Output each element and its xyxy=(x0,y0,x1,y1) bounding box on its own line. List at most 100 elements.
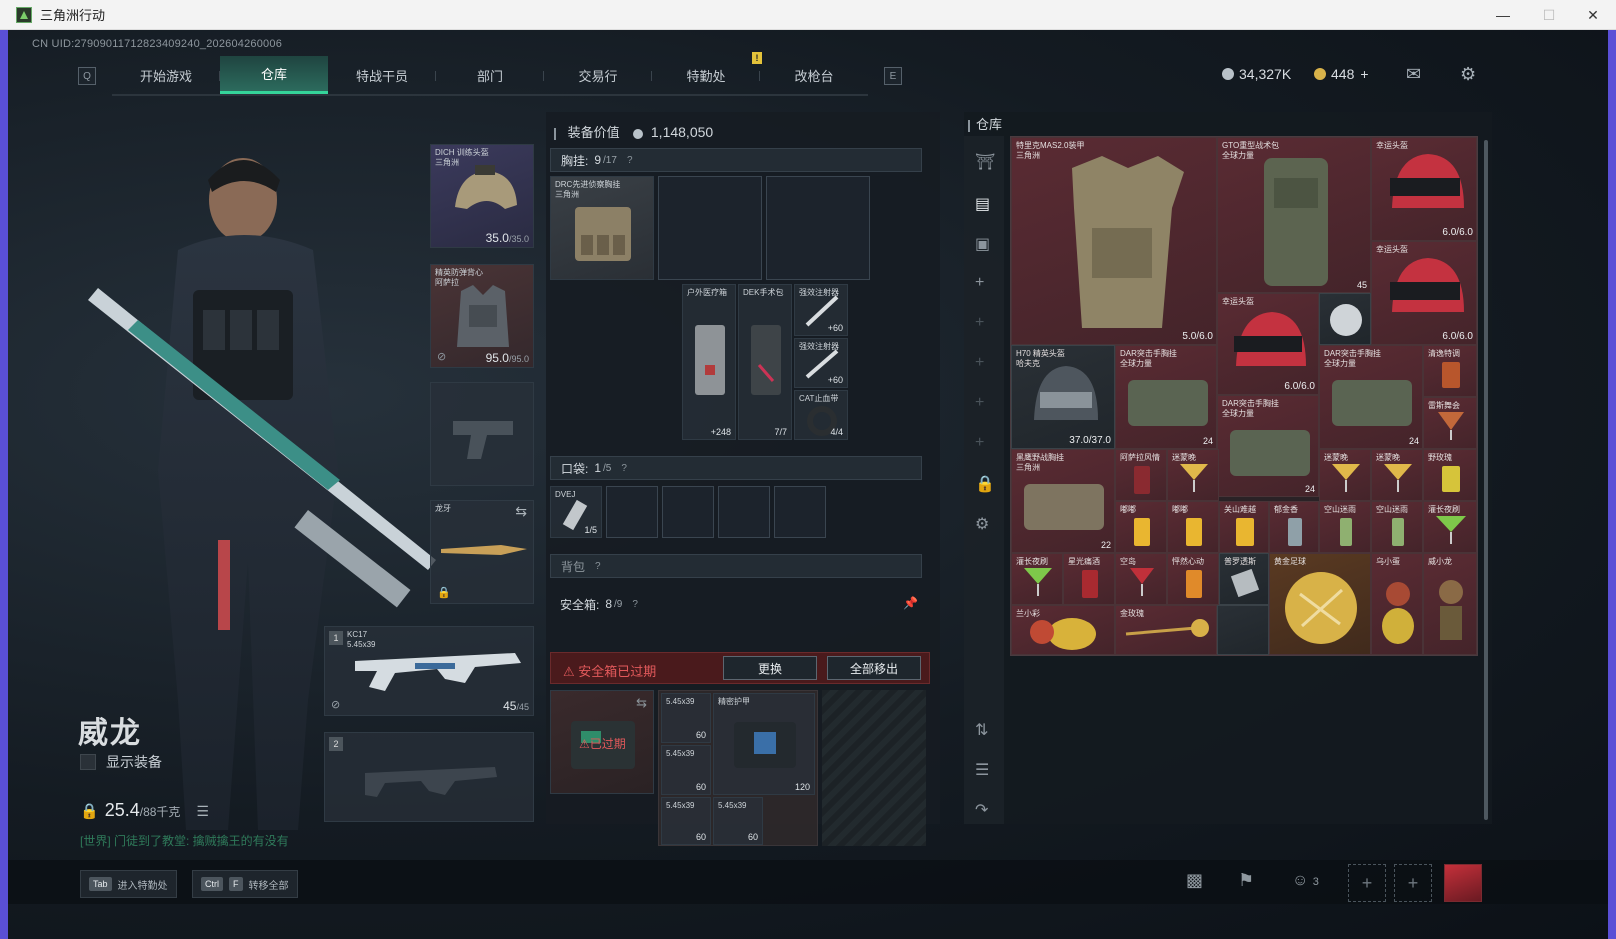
primary-weapon-slot[interactable]: 1 KC17 5.45x39 ⊘ 45/45 xyxy=(324,626,534,716)
warehouse-empty-cell[interactable] xyxy=(1217,605,1269,655)
warehouse-item[interactable]: 幸运头盔 6.0/6.0 xyxy=(1217,293,1319,395)
pocket-item[interactable]: DVEJ 1/5 xyxy=(550,486,602,538)
warehouse-item[interactable]: 关山难越 xyxy=(1219,501,1269,553)
warehouse-item[interactable]: 迷蒙晚 xyxy=(1167,449,1219,501)
add-tab-icon[interactable]: + xyxy=(975,314,984,332)
warehouse-item[interactable]: 兰小彩 xyxy=(1011,605,1115,655)
nav-prev-key[interactable]: Q xyxy=(78,67,96,85)
warehouse-item[interactable]: 怦然心动 xyxy=(1167,553,1219,605)
help-icon[interactable]: ? xyxy=(632,599,638,610)
help-icon[interactable]: ? xyxy=(627,155,633,166)
warehouse-item[interactable]: 清逸特调 xyxy=(1423,345,1477,397)
invite-slot-button[interactable]: + xyxy=(1348,864,1386,902)
chest-rig-empty-slot[interactable] xyxy=(766,176,870,280)
add-tab-icon[interactable]: + xyxy=(975,274,984,292)
stats-chart-icon[interactable]: ▩ xyxy=(1186,870,1203,891)
add-tab-icon[interactable]: + xyxy=(975,354,984,372)
tab-department[interactable]: 部门 xyxy=(436,56,544,94)
minimize-button[interactable]: — xyxy=(1480,0,1526,30)
show-equipment-checkbox[interactable] xyxy=(80,754,96,770)
friends-icon[interactable]: ☺ 3 xyxy=(1292,872,1319,890)
rig-item-injector[interactable]: 强效注射器 +60 xyxy=(794,284,848,336)
pocket-empty-slot[interactable] xyxy=(774,486,826,538)
rig-item-tourniquet[interactable]: CAT止血带 4/4 xyxy=(794,390,848,440)
sort-icon[interactable]: ⇅ xyxy=(975,720,988,740)
ammo-item[interactable]: 5.45x39 60 xyxy=(713,797,763,845)
invite-slot-button[interactable]: + xyxy=(1394,864,1432,902)
add-currency-button[interactable]: + xyxy=(1360,66,1368,82)
tab-operators[interactable]: 特战干员 xyxy=(328,56,436,94)
warehouse-item[interactable]: 幸运头盔 6.0/6.0 xyxy=(1371,241,1477,345)
melee-slot[interactable]: 龙牙 ⇆ 🔒 xyxy=(430,500,534,604)
warehouse-item[interactable]: GTO重型战术包 全球力量 45 xyxy=(1217,137,1371,293)
warehouse-item[interactable]: H70 精英头盔 哈夫克 37.0/37.0 xyxy=(1011,345,1115,449)
warehouse-item[interactable]: 嘟嘟 xyxy=(1115,501,1167,553)
swap-icon[interactable]: ⇆ xyxy=(636,695,647,711)
warehouse-item[interactable]: 空岛 xyxy=(1115,553,1167,605)
warehouse-scrollbar[interactable] xyxy=(1484,140,1488,820)
warehouse-item[interactable]: DAR突击手胸挂 全球力量 24 xyxy=(1319,345,1423,449)
warehouse-item[interactable]: DAR突击手胸挂 全球力量 24 xyxy=(1217,395,1319,497)
rig-item-injector[interactable]: 强效注射器 +60 xyxy=(794,338,848,388)
chest-rig-item[interactable]: DRC先进侦察胸挂 三角洲 xyxy=(550,176,654,280)
pin-icon[interactable]: 📌 xyxy=(903,596,918,610)
world-chat-line[interactable]: [世界] 门徒到了教堂: 擒贼擒王的有没有 xyxy=(80,832,289,849)
player-avatar[interactable] xyxy=(1444,864,1482,902)
warehouse-item[interactable]: 迷蒙晚 xyxy=(1371,449,1423,501)
helmet-filter-icon[interactable]: ⛩ xyxy=(975,152,995,172)
ammo-item[interactable]: 5.45x39 60 xyxy=(661,745,711,795)
add-tab-icon[interactable]: + xyxy=(975,434,984,452)
secondary-weapon-slot[interactable]: 2 xyxy=(324,732,534,822)
tab-gunsmith[interactable]: 改枪台 xyxy=(760,56,868,94)
helmet-slot[interactable]: DICH 训练头盔 三角洲 35.0/35.0 xyxy=(430,144,534,248)
show-equipment-toggle[interactable]: 显示装备 xyxy=(80,752,162,772)
currency-main[interactable]: 34,327K xyxy=(1222,66,1291,82)
warehouse-item[interactable]: DAR突击手胸挂 全球力量 24 xyxy=(1115,345,1217,449)
flag-icon[interactable]: ⚑ xyxy=(1238,870,1254,891)
settings-gear-icon[interactable]: ⚙ xyxy=(975,514,989,534)
warehouse-item[interactable] xyxy=(1319,293,1371,345)
warehouse-item[interactable]: 黄金足球 xyxy=(1269,553,1371,655)
remove-all-button[interactable]: 全部移出 xyxy=(827,656,921,680)
help-icon[interactable]: ? xyxy=(621,463,627,474)
currency-premium[interactable]: 448 + xyxy=(1314,66,1369,82)
layers-icon[interactable]: ☰ xyxy=(975,760,989,780)
pocket-empty-slot[interactable] xyxy=(718,486,770,538)
warehouse-item[interactable]: 空山迷雨 xyxy=(1319,501,1371,553)
pocket-empty-slot[interactable] xyxy=(662,486,714,538)
tab-start-game[interactable]: 开始游戏 xyxy=(112,56,220,94)
safe-box-item[interactable]: ⚠已过期 ⇆ xyxy=(550,690,654,794)
pistol-slot[interactable] xyxy=(430,382,534,486)
warehouse-item[interactable]: 迷蒙晚 xyxy=(1319,449,1371,501)
tab-trading[interactable]: 交易行 xyxy=(544,56,652,94)
warehouse-item[interactable]: 幸运头盔 6.0/6.0 xyxy=(1371,137,1477,241)
settings-gear-icon[interactable]: ⚙ xyxy=(1460,64,1476,85)
ammo-item[interactable]: 5.45x39 60 xyxy=(661,693,711,743)
nav-next-key[interactable]: E xyxy=(884,67,902,85)
warehouse-item[interactable]: 灌长夜刷 xyxy=(1011,553,1063,605)
list-icon[interactable]: ☰ xyxy=(196,803,209,820)
armor-plate-item[interactable]: 精密护甲 120 xyxy=(713,693,815,795)
help-icon[interactable]: ? xyxy=(595,561,601,572)
warehouse-item[interactable]: 金玫瑰 xyxy=(1115,605,1217,655)
mail-icon[interactable]: ✉ xyxy=(1406,64,1421,85)
warehouse-item[interactable]: 特里克MAS2.0装甲 三角洲 5.0/6.0 xyxy=(1011,137,1217,345)
add-tab-icon[interactable]: + xyxy=(975,394,984,412)
pocket-empty-slot[interactable] xyxy=(606,486,658,538)
warehouse-item[interactable]: 嘟嘟 xyxy=(1167,501,1219,553)
warehouse-item[interactable]: 威小龙 xyxy=(1423,553,1477,655)
warehouse-item[interactable]: 星光痛酒 xyxy=(1063,553,1115,605)
all-items-icon[interactable]: ▤ xyxy=(975,194,990,214)
warehouse-item[interactable]: 乌小蛋 xyxy=(1371,553,1423,655)
warehouse-item[interactable]: 野玫瑰 xyxy=(1423,449,1477,501)
ammo-item[interactable]: 5.45x39 60 xyxy=(661,797,711,845)
warehouse-item[interactable]: 空山迷雨 xyxy=(1371,501,1423,553)
replace-button[interactable]: 更换 xyxy=(723,656,817,680)
transfer-all-button[interactable]: Ctrl F 转移全部 xyxy=(192,870,298,898)
warehouse-item[interactable]: 郁金香 xyxy=(1269,501,1319,553)
transfer-icon[interactable]: ↷ xyxy=(975,800,988,820)
warehouse-item[interactable]: 普罗透斯 xyxy=(1219,553,1269,605)
rig-item-medkit[interactable]: 户外医疗箱 +248 xyxy=(682,284,736,440)
maximize-button[interactable]: ☐ xyxy=(1526,0,1572,30)
tab-warehouse[interactable]: 仓库 xyxy=(220,56,328,94)
